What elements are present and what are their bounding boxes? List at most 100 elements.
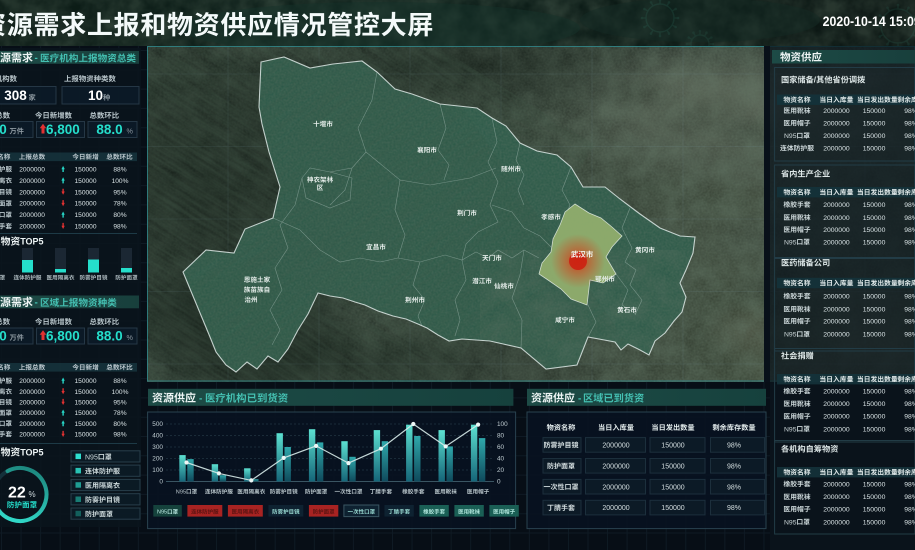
svg-text:150000: 150000 <box>661 505 684 512</box>
svg-text:98%: 98% <box>904 121 915 128</box>
svg-text:2000000: 2000000 <box>19 421 45 428</box>
svg-text:400: 400 <box>152 433 163 440</box>
svg-text:150000: 150000 <box>863 414 886 421</box>
svg-text:100: 100 <box>152 467 163 474</box>
svg-text:2000000: 2000000 <box>19 201 45 208</box>
svg-text:78%: 78% <box>113 201 126 208</box>
svg-text:150000: 150000 <box>661 484 684 491</box>
svg-text:98%: 98% <box>904 519 915 526</box>
svg-text:2000000: 2000000 <box>823 121 850 128</box>
svg-text:N95: N95 <box>784 332 797 339</box>
svg-text:200: 200 <box>152 456 163 463</box>
svg-text:150000: 150000 <box>661 463 684 470</box>
svg-text:-: - <box>199 393 202 404</box>
svg-text:2000000: 2000000 <box>19 189 45 196</box>
svg-text:100: 100 <box>497 421 508 428</box>
svg-text:N95: N95 <box>157 510 167 516</box>
svg-text:2000000: 2000000 <box>823 507 850 514</box>
svg-text:%: % <box>29 490 36 499</box>
svg-text:N95: N95 <box>176 490 186 496</box>
svg-text:78%: 78% <box>113 410 126 417</box>
svg-text:98%: 98% <box>904 108 915 115</box>
svg-text:-: - <box>35 298 38 309</box>
svg-text:2000000: 2000000 <box>823 215 850 222</box>
svg-text:95%: 95% <box>113 400 126 407</box>
svg-text:150000: 150000 <box>75 212 97 219</box>
svg-text:6,800: 6,800 <box>46 122 80 137</box>
svg-text:150000: 150000 <box>661 443 684 450</box>
svg-text:80%: 80% <box>113 421 126 428</box>
svg-text:98%: 98% <box>727 463 741 470</box>
svg-text:88%: 88% <box>113 378 126 385</box>
svg-text:98%: 98% <box>727 443 741 450</box>
svg-text:22: 22 <box>8 485 26 502</box>
svg-text:2000000: 2000000 <box>823 108 850 115</box>
svg-text:-: - <box>35 53 38 64</box>
svg-text:150000: 150000 <box>863 481 886 488</box>
svg-text:88%: 88% <box>113 167 126 174</box>
svg-text:150000: 150000 <box>75 400 97 407</box>
svg-text:98%: 98% <box>904 481 915 488</box>
svg-text:2000000: 2000000 <box>823 426 850 433</box>
svg-text:2000000: 2000000 <box>823 146 850 153</box>
svg-text:2000000: 2000000 <box>823 307 850 314</box>
svg-text:98%: 98% <box>904 426 915 433</box>
svg-text:2000000: 2000000 <box>602 505 629 512</box>
svg-text:150000: 150000 <box>863 507 886 514</box>
svg-text:TOP5: TOP5 <box>20 237 43 247</box>
svg-text:98%: 98% <box>113 432 126 439</box>
svg-text:2000000: 2000000 <box>823 401 850 408</box>
svg-text:98%: 98% <box>904 227 915 234</box>
svg-text:150000: 150000 <box>75 201 97 208</box>
svg-text:2000000: 2000000 <box>823 133 850 140</box>
svg-text:80%: 80% <box>113 212 126 219</box>
svg-text:2000000: 2000000 <box>823 227 850 234</box>
svg-text:98%: 98% <box>904 239 915 246</box>
svg-text:2000000: 2000000 <box>823 481 850 488</box>
svg-text:2000000: 2000000 <box>602 463 629 470</box>
svg-text:150000: 150000 <box>863 307 886 314</box>
svg-text:150000: 150000 <box>863 227 886 234</box>
svg-text:98%: 98% <box>904 414 915 421</box>
svg-text:2000000: 2000000 <box>823 519 850 526</box>
svg-text:2000000: 2000000 <box>19 389 45 396</box>
svg-text:-: - <box>578 393 581 404</box>
svg-text:98%: 98% <box>904 507 915 514</box>
svg-text:TOP5: TOP5 <box>20 448 43 458</box>
svg-text:150000: 150000 <box>75 178 97 185</box>
svg-text:98%: 98% <box>727 505 741 512</box>
svg-text:150000: 150000 <box>863 108 886 115</box>
svg-text:150000: 150000 <box>75 224 97 231</box>
svg-text:150000: 150000 <box>75 389 97 396</box>
svg-text:150000: 150000 <box>75 378 97 385</box>
svg-text:2000000: 2000000 <box>823 494 850 501</box>
svg-text:150000: 150000 <box>863 239 886 246</box>
svg-text:150000: 150000 <box>863 133 886 140</box>
svg-text:2000000: 2000000 <box>823 414 850 421</box>
svg-text:1,450: 1,450 <box>0 122 7 137</box>
svg-text:98%: 98% <box>904 202 915 209</box>
svg-text:150000: 150000 <box>863 146 886 153</box>
svg-text:98%: 98% <box>904 215 915 222</box>
svg-text:308: 308 <box>4 88 27 103</box>
svg-text:N95: N95 <box>784 133 797 140</box>
svg-text:2000000: 2000000 <box>19 224 45 231</box>
svg-text:300: 300 <box>152 444 163 451</box>
svg-text:150000: 150000 <box>863 389 886 396</box>
svg-text:1,450: 1,450 <box>0 328 7 343</box>
svg-text:88.0: 88.0 <box>96 328 122 343</box>
svg-text:150000: 150000 <box>863 202 886 209</box>
svg-text:2020-10-14 15:09:34: 2020-10-14 15:09:34 <box>823 13 915 29</box>
svg-text:150000: 150000 <box>75 189 97 196</box>
svg-text:N95: N95 <box>784 239 797 246</box>
svg-text:2000000: 2000000 <box>19 432 45 439</box>
svg-text:95%: 95% <box>113 189 126 196</box>
svg-text:98%: 98% <box>904 146 915 153</box>
svg-text:2000000: 2000000 <box>19 212 45 219</box>
svg-text:80: 80 <box>497 433 505 440</box>
svg-text:150000: 150000 <box>75 432 97 439</box>
svg-text:150000: 150000 <box>863 215 886 222</box>
svg-text:2000000: 2000000 <box>823 332 850 339</box>
svg-text:150000: 150000 <box>75 421 97 428</box>
svg-text:2000000: 2000000 <box>823 294 850 301</box>
